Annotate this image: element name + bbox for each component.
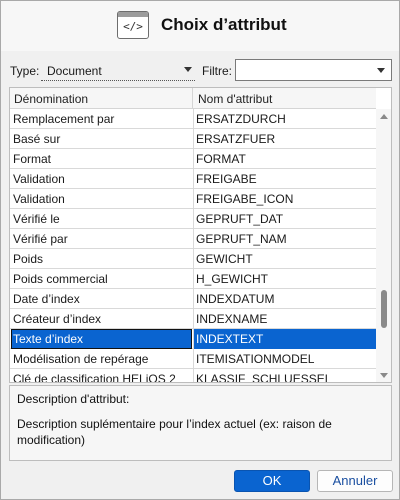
table-row[interactable]: Date d’index INDEXDATUM bbox=[10, 289, 376, 309]
table-row[interactable]: Vérifié par GEPRUFT_NAM bbox=[10, 229, 376, 249]
cell-attribute-name[interactable]: INDEXTEXT bbox=[193, 329, 376, 349]
cell-attribute-name[interactable]: ITEMISATIONMODEL bbox=[193, 349, 376, 369]
table-row[interactable]: Remplacement par ERSATZDURCH bbox=[10, 109, 376, 129]
cell-denomination[interactable]: Vérifié le bbox=[11, 209, 192, 229]
table-row[interactable]: Créateur d’index INDEXNAME bbox=[10, 309, 376, 329]
table-row[interactable]: Poids commercial H_GEWICHT bbox=[10, 269, 376, 289]
type-value: Document bbox=[47, 64, 102, 78]
column-divider[interactable] bbox=[192, 88, 193, 109]
cell-denomination[interactable]: Clé de classification HELiOS 2 bbox=[11, 369, 192, 382]
cell-denomination[interactable]: Basé sur bbox=[11, 129, 192, 149]
chevron-down-icon bbox=[184, 67, 192, 72]
column-header-denomination[interactable]: Dénomination bbox=[14, 92, 88, 106]
attribute-table: Dénomination Nom d'attribut Remplacement… bbox=[9, 87, 392, 383]
table-row[interactable]: Format FORMAT bbox=[10, 149, 376, 169]
filter-row: Type: Document Filtre: bbox=[1, 59, 399, 81]
cell-denomination[interactable]: Vérifié par bbox=[11, 229, 192, 249]
vertical-scrollbar[interactable] bbox=[376, 109, 391, 382]
cell-denomination[interactable]: Modélisation de repérage bbox=[11, 349, 192, 369]
cell-attribute-name[interactable]: INDEXNAME bbox=[193, 309, 376, 329]
dialog-title: Choix d’attribut bbox=[161, 15, 287, 34]
cell-attribute-name[interactable]: GEPRUFT_DAT bbox=[193, 209, 376, 229]
cell-denomination[interactable]: Poids commercial bbox=[11, 269, 192, 289]
table-row[interactable]: Clé de classification HELiOS 2 KLASSIF_SC… bbox=[10, 369, 376, 382]
table-row[interactable]: Texte d’index INDEXTEXT bbox=[10, 329, 376, 349]
table-header: Dénomination Nom d'attribut bbox=[10, 88, 376, 109]
scroll-thumb[interactable] bbox=[381, 290, 387, 328]
cell-denomination[interactable]: Validation bbox=[11, 169, 192, 189]
chevron-down-icon bbox=[377, 68, 385, 73]
filter-dropdown[interactable] bbox=[235, 59, 392, 81]
code-window-icon: </> bbox=[117, 11, 149, 39]
table-row[interactable]: Basé sur ERSATZFUER bbox=[10, 129, 376, 149]
cell-denomination[interactable]: Validation bbox=[11, 189, 192, 209]
scroll-down-icon[interactable] bbox=[380, 373, 388, 378]
table-row[interactable]: Poids GEWICHT bbox=[10, 249, 376, 269]
ok-button[interactable]: OK bbox=[234, 470, 310, 492]
cell-denomination[interactable]: Créateur d’index bbox=[11, 309, 192, 329]
cancel-button[interactable]: Annuler bbox=[317, 470, 393, 492]
column-header-attribute-name[interactable]: Nom d'attribut bbox=[198, 92, 272, 106]
description-label: Description d'attribut: bbox=[17, 392, 130, 406]
dialog-header: </> Choix d’attribut bbox=[1, 1, 399, 51]
description-text: Description suplémentaire pour l’index a… bbox=[17, 417, 332, 447]
type-dropdown[interactable]: Document bbox=[41, 61, 195, 81]
cell-denomination[interactable]: Date d’index bbox=[11, 289, 192, 309]
cell-attribute-name[interactable]: ERSATZDURCH bbox=[193, 109, 376, 129]
table-body: Remplacement par ERSATZDURCH Basé sur ERSAT… bbox=[10, 109, 376, 382]
type-label: Type: bbox=[10, 64, 40, 78]
attribute-choice-dialog: </> Choix d’attribut Type: Document Filt… bbox=[0, 0, 400, 500]
table-row[interactable]: Validation FREIGABE_ICON bbox=[10, 189, 376, 209]
cell-attribute-name[interactable]: KLASSIF_SCHLUESSEL bbox=[193, 369, 376, 382]
cell-denomination[interactable]: Format bbox=[11, 149, 192, 169]
cell-attribute-name[interactable]: ERSATZFUER bbox=[193, 129, 376, 149]
cell-attribute-name[interactable]: GEPRUFT_NAM bbox=[193, 229, 376, 249]
cell-attribute-name[interactable]: FREIGABE_ICON bbox=[193, 189, 376, 209]
cell-attribute-name[interactable]: GEWICHT bbox=[193, 249, 376, 269]
cell-denomination[interactable]: Texte d’index bbox=[11, 329, 192, 349]
cell-denomination[interactable]: Remplacement par bbox=[11, 109, 192, 129]
table-row[interactable]: Validation FREIGABE bbox=[10, 169, 376, 189]
description-panel: Description d'attribut: Description supl… bbox=[9, 385, 392, 461]
cell-denomination[interactable]: Poids bbox=[11, 249, 192, 269]
cell-attribute-name[interactable]: FORMAT bbox=[193, 149, 376, 169]
scroll-up-icon[interactable] bbox=[380, 114, 388, 119]
filter-label: Filtre: bbox=[202, 64, 232, 78]
cell-attribute-name[interactable]: H_GEWICHT bbox=[193, 269, 376, 289]
table-row[interactable]: Vérifié le GEPRUFT_DAT bbox=[10, 209, 376, 229]
table-row[interactable]: Modélisation de repérage ITEMISATIONMODEL bbox=[10, 349, 376, 369]
cell-attribute-name[interactable]: FREIGABE bbox=[193, 169, 376, 189]
cell-attribute-name[interactable]: INDEXDATUM bbox=[193, 289, 376, 309]
